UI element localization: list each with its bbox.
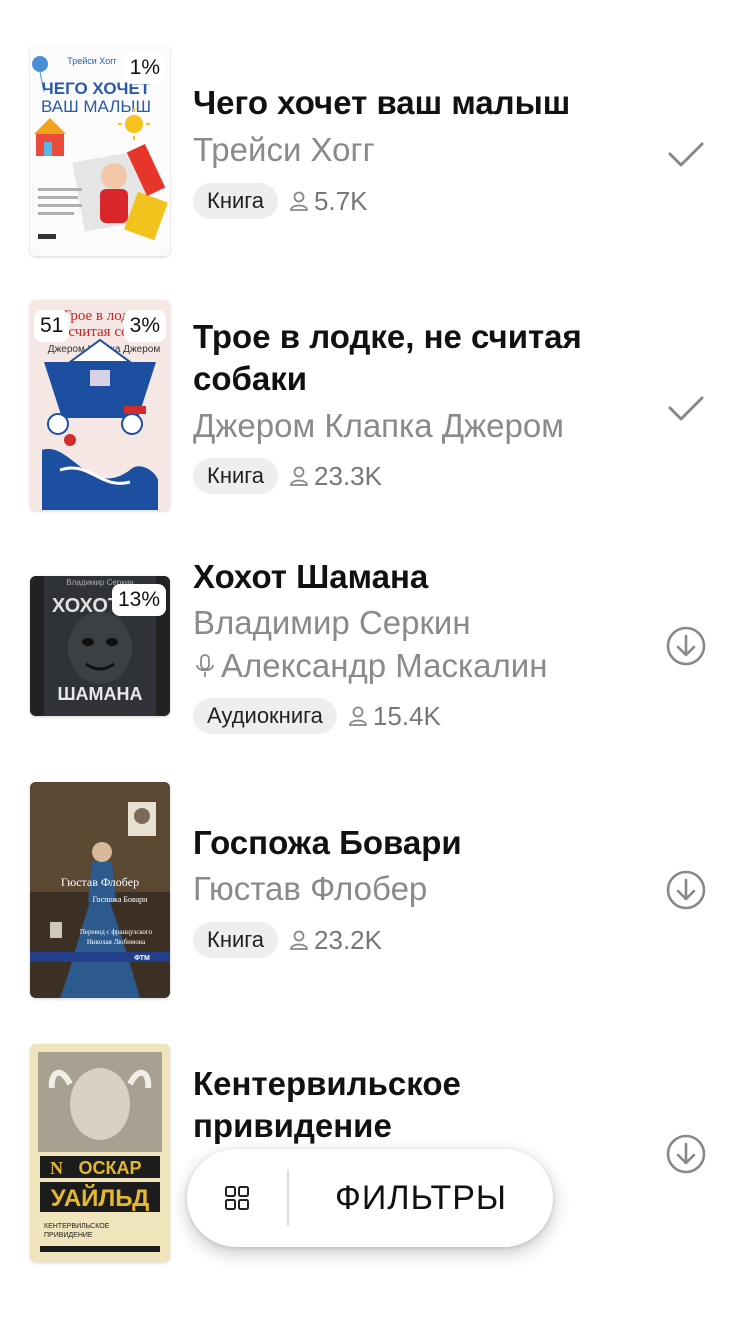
cover-author-first: ОСКАР (79, 1158, 142, 1178)
filters-button[interactable]: ФИЛЬТРЫ (187, 1149, 553, 1247)
checkmark-icon[interactable] (664, 386, 708, 430)
readers-value: 23.3K (314, 460, 382, 491)
cover-title-line1: ХОХОТ (52, 595, 120, 617)
cover-title: Госпожа Бовари (93, 895, 149, 904)
book-author[interactable]: Трейси Хогг (193, 129, 653, 171)
progress-badge: 13% (111, 584, 166, 616)
cover-author: Гюстав Флобер (61, 875, 139, 889)
progress-badge: 1% (123, 52, 166, 84)
cover-author: Трейси Хогг (67, 56, 117, 66)
person-icon (290, 191, 308, 211)
narrator-name: Александр Маскалин (221, 647, 548, 684)
book-author[interactable]: Гюстав Флобер (193, 868, 653, 910)
checkmark-icon[interactable] (664, 132, 708, 176)
cover-title-line2: ВАШ МАЛЫШ (41, 97, 151, 116)
book-title[interactable]: Хохот Шамана (193, 556, 633, 598)
book-cover[interactable]: Владимир Серкин ХОХОТ ШАМАНА 13% (30, 576, 170, 716)
readers-value: 15.4K (372, 700, 441, 731)
book-title[interactable]: Трое в лодке, не считая собаки (193, 316, 633, 400)
cover-publisher: ФТМ (134, 955, 150, 962)
book-meta: Книга 23.3K (193, 458, 382, 494)
person-icon (290, 466, 308, 486)
progress-badge: 3% (123, 310, 166, 342)
person-icon (349, 706, 367, 726)
cover-art: N ОСКАР УАЙЛЬД КЕНТЕРВИЛЬСКОЕ ПРИВИДЕНИЕ (30, 1044, 170, 1262)
book-narrator[interactable]: Александр Маскалин (193, 645, 547, 687)
book-title[interactable]: Кентервильское привидение (193, 1063, 633, 1147)
book-cover[interactable]: Трое в лодке, не считая собаки Джером Кл… (30, 300, 170, 510)
download-icon[interactable] (664, 1132, 708, 1176)
cover-series-mark: N (50, 1158, 63, 1178)
cover-title-line2: ПРИВИДЕНИЕ (44, 1232, 93, 1239)
cover-title-line2: ШАМАНА (57, 684, 142, 704)
readers-count: 5.7K (288, 186, 368, 217)
type-chip: Книга (193, 183, 279, 219)
cover-art: Гюстав Флобер Госпожа Бовари Перевод с ф… (30, 782, 170, 998)
microphone-icon (196, 654, 214, 677)
filters-label[interactable]: ФИЛЬТРЫ (289, 1179, 553, 1218)
type-chip: Аудиокнига (193, 698, 337, 734)
grid-icon-wrap[interactable] (187, 1149, 287, 1247)
cover-title-line1: КЕНТЕРВИЛЬСКОЕ (44, 1223, 110, 1230)
book-meta: Аудиокнига 15.4K (193, 698, 441, 734)
book-author[interactable]: Джером Клапка Джером (193, 405, 653, 447)
grid-icon (225, 1186, 249, 1210)
readers-count: 15.4K (347, 701, 441, 732)
readers-count: 23.2K (288, 925, 382, 956)
book-cover[interactable]: N ОСКАР УАЙЛЬД КЕНТЕРВИЛЬСКОЕ ПРИВИДЕНИЕ (30, 1044, 170, 1262)
cover-translator-line2: Николая Любимова (87, 938, 146, 946)
download-icon[interactable] (664, 624, 708, 668)
cover-translator-line1: Перевод с французского (80, 928, 153, 936)
book-author[interactable]: Владимир Серкин (193, 602, 653, 644)
book-title[interactable]: Чего хочет ваш малыш (193, 82, 633, 124)
cover-author-last: УАЙЛЬД (51, 1184, 150, 1212)
type-chip: Книга (193, 458, 279, 494)
book-meta: Книга 23.2K (193, 922, 382, 958)
type-chip: Книга (193, 922, 279, 958)
readers-count: 23.3K (288, 461, 382, 492)
download-icon[interactable] (664, 868, 708, 912)
book-cover[interactable]: Трейси Хогг ЧЕГО ХОЧЕТ ВАШ МАЛЫШ 1% (30, 46, 170, 256)
person-icon (290, 930, 308, 950)
book-cover[interactable]: Гюстав Флобер Госпожа Бовари Перевод с ф… (30, 782, 170, 998)
book-title[interactable]: Госпожа Бовари (193, 822, 633, 864)
readers-value: 23.2K (314, 924, 382, 955)
readers-value: 5.7K (314, 185, 368, 216)
pages-badge: 51 (34, 310, 70, 342)
book-meta: Книга 5.7K (193, 183, 368, 219)
